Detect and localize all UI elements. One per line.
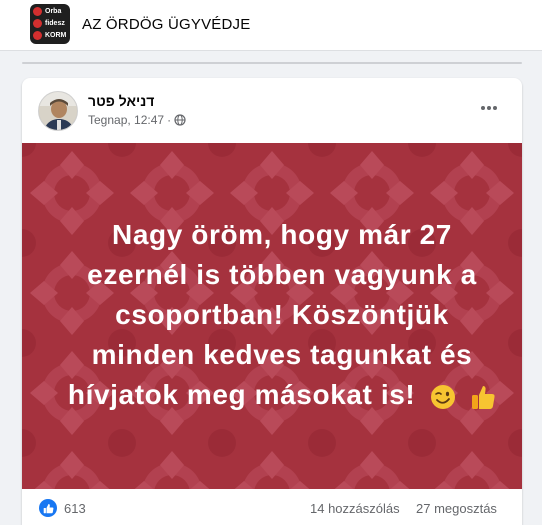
group-thumbnail[interactable]: Orba fidesz KORM	[30, 4, 70, 44]
banner-line-last: hívjatok meg másokat is!	[62, 375, 502, 415]
post-author[interactable]: דניאל פטר	[88, 93, 154, 109]
banner-message: Nagy öröm, hogy már 27 ezernél is többen…	[62, 215, 502, 415]
thumbs-up-icon	[472, 385, 495, 409]
like-reaction-icon[interactable]	[39, 499, 57, 517]
post-banner[interactable]: Nagy öröm, hogy már 27 ezernél is többen…	[22, 143, 522, 489]
thumb-row: KORM	[33, 31, 67, 41]
post-card: דניאל פטר Tegnap, 12:47 · Nagy öröm, hog…	[22, 78, 522, 525]
meta-separator: ·	[167, 113, 172, 127]
group-header: Orba fidesz KORM AZ ÖRDÖG ÜGYVÉDJE	[0, 0, 542, 51]
share-count[interactable]: 27 megosztás	[416, 501, 497, 516]
banner-line: hívjatok meg másokat is!	[67, 379, 416, 410]
avatar-photo-icon	[39, 92, 77, 130]
banner-line: csoportban! Köszöntjük	[115, 299, 449, 330]
banner-line: minden kedves tagunkat és	[91, 339, 473, 370]
comment-count[interactable]: 14 hozzászólás	[310, 501, 400, 516]
thumb-label: Orba	[45, 8, 62, 15]
globe-icon[interactable]	[174, 114, 186, 126]
banner-line: Nagy öröm, hogy már 27	[112, 219, 452, 250]
post-more-button[interactable]	[476, 95, 502, 121]
thumbs-up-icon	[43, 503, 53, 513]
post-meta: Tegnap, 12:47 ·	[88, 113, 186, 127]
badge-dot-icon	[33, 19, 42, 28]
thumb-row: Orba	[33, 7, 67, 17]
badge-dot-icon	[33, 7, 42, 16]
post-footer: 613 14 hozzászólás 27 megosztás	[22, 489, 522, 525]
author-avatar[interactable]	[38, 91, 78, 131]
thumb-row: fidesz	[33, 19, 67, 29]
badge-dot-icon	[33, 31, 42, 40]
post-time[interactable]: Tegnap, 12:47	[88, 113, 164, 127]
thumb-label: fidesz	[45, 20, 65, 27]
feed-divider	[22, 62, 522, 64]
group-title[interactable]: AZ ÖRDÖG ÜGYVÉDJE	[82, 16, 250, 33]
more-horizontal-icon	[481, 106, 497, 110]
thumb-label: KORM	[45, 32, 67, 39]
winking-face-icon	[430, 384, 455, 409]
banner-line: ezernél is többen vagyunk a	[87, 259, 477, 290]
reaction-count[interactable]: 613	[64, 501, 86, 516]
